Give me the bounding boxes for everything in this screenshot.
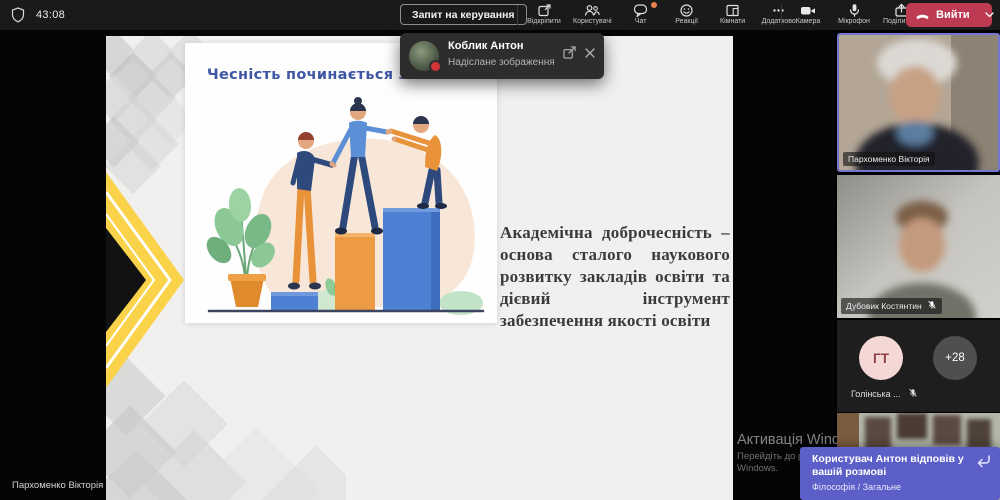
toolbar-center-group: Відкріпити Користувачі Чат Реакції [521,0,802,30]
leave-button-label: Вийти [936,9,970,21]
participants-button[interactable]: Користувачі [567,0,618,30]
meeting-timer: 43:08 [36,9,65,21]
people-icon [584,3,600,17]
participant-name: Пархоменко Вікторія [848,154,930,164]
security-shield-icon [11,7,25,28]
participant-name: Дубовик Костянтин [846,301,922,311]
reactions-icon [679,3,694,17]
rooms-icon [725,3,740,17]
camera-icon [800,3,816,17]
avatar-tile-holinska[interactable]: ГТ +28 Голінська ... [837,320,1000,412]
toast-actions [563,46,595,59]
leave-button[interactable]: Вийти [906,3,992,27]
hang-up-phone-icon [915,9,930,22]
busy-status-dot [429,60,442,73]
reply-arrow-icon [976,454,991,468]
toolbar-divider [517,5,518,25]
unpin-button[interactable]: Відкріпити [521,0,567,30]
chat-reply-notification[interactable]: Користувач Антон відповів у вашій розмов… [800,447,1000,500]
toolbar-divider [781,5,782,25]
participant-name-chip: Дубовик Костянтин [841,298,942,314]
message-toast[interactable]: Коблик Антон Надіслане зображення [400,33,604,79]
chevron-down-icon[interactable] [985,12,994,18]
participant-name-row: Голінська ... [851,388,918,400]
video-tile-dubovyk[interactable]: Дубовик Костянтин [837,175,1000,318]
notification-title: Користувач Антон відповів у вашій розмов… [812,453,970,479]
shared-screen-stage: Чесність починається з тебе [0,30,835,500]
video-feed [837,175,1000,318]
microphone-button[interactable]: Мікрофон [831,0,877,30]
chat-icon [633,3,648,17]
presenter-name-label: Пархоменко Вікторія [12,480,103,491]
chat-unread-badge [651,2,657,8]
teams-meeting-window: 43:08 Запит на керування Відкріпити Кори… [0,0,1000,500]
toolbar-device-group: Камера Мікрофон Поділитися [785,0,926,30]
mic-off-icon [927,300,937,312]
presentation-slide: Чесність починається з тебе [106,36,733,500]
meeting-toolbar: 43:08 Запит на керування Відкріпити Кори… [0,0,1000,30]
slide-body-text: Академічна доброчесність – основа сталог… [500,222,730,332]
teamwork-illustration [185,95,497,321]
more-icon [771,3,786,17]
video-feed [839,35,998,170]
toast-sender-name: Коблик Антон [448,40,523,52]
overflow-count-badge[interactable]: +28 [933,336,977,380]
video-tile-parkhomenko[interactable]: Пархоменко Вікторія [837,33,1000,172]
close-icon[interactable] [585,48,595,58]
mic-off-icon [908,388,918,400]
unpin-icon [537,3,552,17]
avatar-initials: ГТ [859,336,903,380]
notification-channel: Філософія / Загальне [812,482,901,492]
participant-name-chip: Пархоменко Вікторія [843,152,935,166]
popout-icon[interactable] [563,46,576,59]
reactions-button[interactable]: Реакції [664,0,710,30]
slide-illustration-card: Чесність починається з тебе [185,43,497,323]
chat-button[interactable]: Чат [618,0,664,30]
toast-message-preview: Надіслане зображення [448,57,555,68]
participants-sidebar: Пархоменко Вікторія Дубовик Костянтин [837,30,1000,500]
request-control-button[interactable]: Запит на керування [400,4,527,25]
camera-button[interactable]: Камера [785,0,831,30]
participant-name: Голінська ... [851,389,901,399]
microphone-icon [847,3,862,17]
breakout-rooms-button[interactable]: Кімнати [710,0,756,30]
